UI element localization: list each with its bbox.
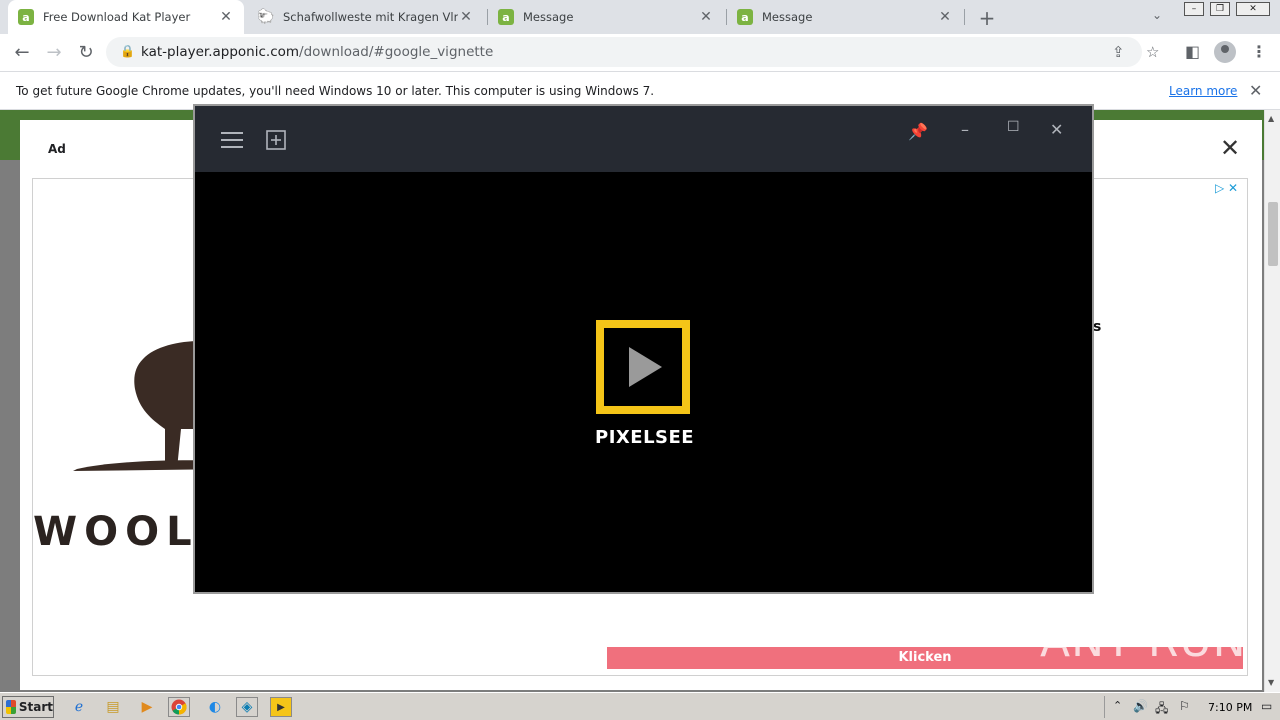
pixelsee-logo-text: PIXELSEE [595, 427, 695, 448]
back-arrow-icon[interactable]: ← [10, 41, 34, 65]
apponic-icon: a [498, 9, 514, 25]
lock-icon[interactable]: 🔒 [120, 44, 135, 58]
chevron-down-icon[interactable]: ⌄ [1152, 8, 1162, 22]
player-titlebar: 📌 – ☐ ✕ [195, 106, 1092, 172]
add-media-icon[interactable] [266, 130, 286, 150]
address-bar[interactable]: 🔒 kat-player.apponic.com/download/#googl… [106, 37, 1159, 67]
show-hidden-icons-icon[interactable]: ⌃ [1113, 699, 1122, 712]
menu-kebab-icon[interactable]: ⋮ [1251, 42, 1267, 61]
video-area[interactable]: PIXELSEE [195, 172, 1092, 592]
ad-partial-text: s [1093, 319, 1102, 335]
taskbar-clock[interactable]: 7:10 PM [1208, 701, 1252, 714]
start-label: Start [18, 700, 53, 714]
close-tab-icon[interactable]: ✕ [698, 9, 714, 25]
scroll-down-arrow-icon[interactable]: ▼ [1268, 678, 1274, 687]
maximize-icon[interactable]: ☐ [1007, 119, 1020, 135]
minimize-window-button[interactable]: – [1184, 2, 1204, 16]
close-ad-icon[interactable]: ✕ [1220, 134, 1240, 162]
sheep-icon: 🐑 [257, 9, 275, 25]
pixelsee-taskbar-icon[interactable]: ▶ [270, 697, 292, 717]
new-tab-button[interactable]: + [976, 6, 998, 30]
page-scrollbar[interactable]: ▲ ▼ [1264, 110, 1280, 692]
pixelsee-player-window: 📌 – ☐ ✕ PIXELSEE [193, 104, 1094, 594]
minimize-icon[interactable]: – [961, 120, 969, 139]
pin-icon[interactable]: 📌 [908, 122, 928, 141]
side-panel-icon[interactable]: ◧ [1185, 42, 1200, 61]
anyrun-watermark: ANY RUN [1040, 616, 1247, 667]
volume-icon[interactable]: 🔊 [1133, 699, 1148, 713]
scroll-up-arrow-icon[interactable]: ▲ [1268, 114, 1274, 123]
show-desktop-icon[interactable]: ▭ [1261, 699, 1272, 713]
close-icon[interactable]: ✕ [1249, 81, 1262, 100]
tab-title: Message [762, 10, 813, 24]
pixelsee-logo [596, 320, 690, 414]
media-player-icon[interactable]: ▶ [136, 697, 158, 717]
play-icon [629, 347, 662, 387]
forward-arrow-icon[interactable]: → [42, 41, 66, 65]
adchoices-icon[interactable]: ▷ ✕ [1215, 181, 1238, 195]
tab-title: Message [523, 10, 574, 24]
browser-toolbar: ← → ↻ 🔒 kat-player.apponic.com/download/… [0, 34, 1280, 72]
tab-schafwollweste[interactable]: 🐑 Schafwollweste mit Kragen Vlnka - W ✕ [248, 0, 484, 34]
share-icon[interactable]: ⇪ [1112, 43, 1125, 61]
file-explorer-icon[interactable]: ▤ [102, 697, 124, 717]
tab-message-1[interactable]: a Message ✕ [488, 0, 724, 34]
ad-label: Ad [48, 142, 66, 156]
chrome-logo-icon [171, 699, 187, 715]
app-icon[interactable]: ◈ [236, 697, 258, 717]
tab-message-2[interactable]: a Message ✕ [727, 0, 963, 34]
edge-icon[interactable]: ◐ [204, 697, 226, 717]
close-tab-icon[interactable]: ✕ [937, 9, 953, 25]
learn-more-link[interactable]: Learn more [1169, 84, 1237, 98]
internet-explorer-icon[interactable]: ℯ [68, 697, 90, 717]
scrollbar-thumb[interactable] [1268, 202, 1278, 266]
restore-window-button[interactable]: ❐ [1210, 2, 1230, 16]
close-tab-icon[interactable]: ✕ [458, 9, 474, 25]
tab-title: Schafwollweste mit Kragen Vlnka - W [283, 10, 458, 24]
tab-free-download-kat-player[interactable]: a Free Download Kat Player ✕ [8, 0, 244, 34]
apponic-icon: a [18, 9, 34, 25]
system-tray: ⌃ 🔊 🖧 ⚐ ▭ [1104, 696, 1280, 718]
reload-icon[interactable]: ↻ [74, 41, 98, 65]
close-window-button[interactable]: ✕ [1236, 2, 1270, 16]
windows-logo-icon [6, 700, 16, 714]
url-host: kat-player.apponic.com [141, 44, 300, 60]
profile-avatar-icon[interactable] [1214, 41, 1236, 63]
start-button[interactable]: Start [2, 696, 54, 718]
tab-divider [964, 9, 965, 25]
close-icon[interactable]: ✕ [1050, 120, 1063, 139]
url-text[interactable]: kat-player.apponic.com/download/#google_… [141, 44, 493, 60]
hamburger-menu-icon[interactable] [221, 130, 243, 150]
action-center-flag-icon[interactable]: ⚐ [1179, 699, 1190, 713]
close-tab-icon[interactable]: ✕ [218, 9, 234, 25]
windows-taskbar: Start ℯ ▤ ▶ ◐ ◈ ▶ ⌃ 🔊 🖧 ⚐ ▭ 7:10 PM [0, 692, 1280, 720]
tab-title: Free Download Kat Player [43, 10, 191, 24]
chrome-icon[interactable] [168, 697, 190, 717]
network-icon[interactable]: 🖧 [1155, 699, 1168, 720]
info-bar-message: To get future Google Chrome updates, you… [16, 84, 655, 98]
apponic-icon: a [737, 9, 753, 25]
bookmark-star-icon[interactable]: ☆ [1146, 43, 1159, 61]
tab-strip: a Free Download Kat Player ✕ 🐑 Schafwoll… [0, 0, 1280, 34]
url-path: /download/#google_vignette [299, 44, 494, 60]
